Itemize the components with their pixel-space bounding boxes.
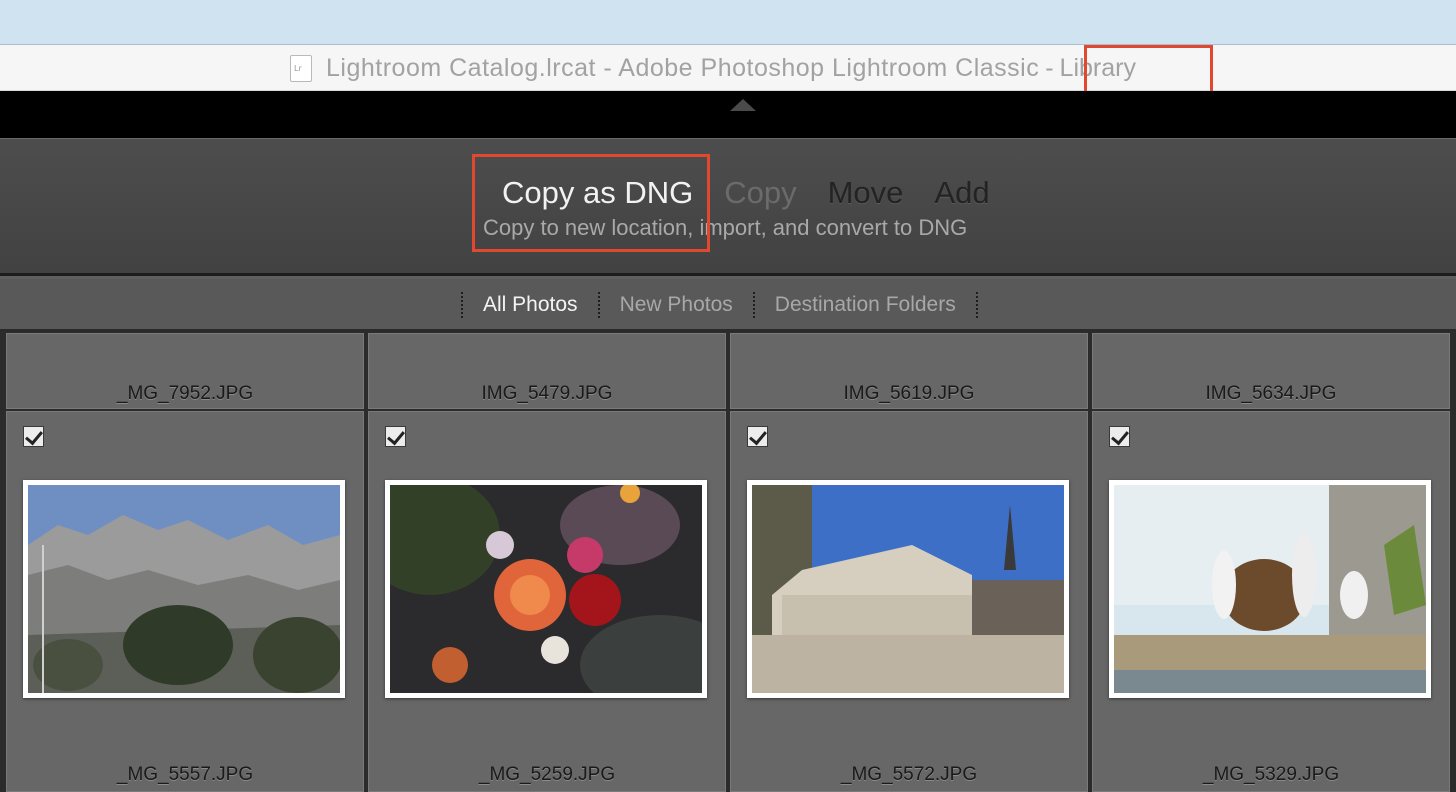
include-checkbox[interactable] bbox=[385, 426, 406, 447]
mountain-landscape-image bbox=[28, 485, 340, 693]
window-title-bar: Lightroom Catalog.lrcat - Adobe Photosho… bbox=[0, 45, 1456, 91]
filter-divider bbox=[975, 292, 978, 318]
library-highlight-box bbox=[1084, 45, 1213, 94]
mode-add[interactable]: Add bbox=[934, 175, 989, 211]
grid-cell[interactable]: _MG_5557.JPG bbox=[6, 411, 364, 792]
grid-cell[interactable]: _MG_5259.JPG bbox=[368, 411, 726, 792]
cell-filename: _MG_5329.JPG bbox=[1202, 764, 1340, 785]
copy-as-dng-highlight-box bbox=[472, 154, 710, 252]
include-checkbox[interactable] bbox=[747, 426, 768, 447]
window-title-separator: - bbox=[1045, 53, 1054, 82]
window-title: Lightroom Catalog.lrcat - Adobe Photosho… bbox=[290, 53, 1136, 83]
grid-cell[interactable]: _MG_5572.JPG bbox=[730, 411, 1088, 792]
desktop-strip bbox=[0, 0, 1456, 45]
cell-filename: IMG_5634.JPG bbox=[1205, 383, 1337, 404]
document-icon bbox=[290, 54, 312, 82]
grid-cell[interactable]: _MG_7952.JPG bbox=[6, 333, 364, 409]
grid-cell[interactable]: IMG_5479.JPG bbox=[368, 333, 726, 409]
include-checkbox[interactable] bbox=[23, 426, 44, 447]
lightroom-import-screen: Lightroom Catalog.lrcat - Adobe Photosho… bbox=[0, 0, 1456, 792]
cell-filename: _MG_5259.JPG bbox=[478, 764, 616, 785]
grid-filter-bar: All Photos New Photos Destination Folder… bbox=[0, 279, 1456, 331]
grid-cell[interactable]: _MG_5329.JPG bbox=[1092, 411, 1450, 792]
mode-move[interactable]: Move bbox=[828, 175, 904, 211]
cell-filename: IMG_5619.JPG bbox=[843, 383, 975, 404]
grid-cell[interactable]: IMG_5619.JPG bbox=[730, 333, 1088, 409]
flower-bouquet-image bbox=[390, 485, 702, 693]
cell-filename: _MG_7952.JPG bbox=[116, 383, 254, 404]
filter-destination-folders[interactable]: Destination Folders bbox=[775, 293, 956, 317]
filter-options: All Photos New Photos Destination Folder… bbox=[461, 291, 998, 319]
filter-all-photos[interactable]: All Photos bbox=[483, 293, 578, 317]
cell-filename: _MG_5572.JPG bbox=[840, 764, 978, 785]
photo-thumbnail[interactable] bbox=[385, 480, 707, 698]
building-plaza-image bbox=[752, 485, 1064, 693]
filter-divider bbox=[597, 292, 600, 318]
cell-filename: _MG_5557.JPG bbox=[116, 764, 254, 785]
include-checkbox[interactable] bbox=[1109, 426, 1130, 447]
photo-grid: _MG_7952.JPG IMG_5479.JPG IMG_5619.JPG I… bbox=[0, 331, 1456, 792]
penguins-image bbox=[1114, 485, 1426, 693]
top-panel-bar bbox=[0, 91, 1456, 138]
photo-thumbnail[interactable] bbox=[23, 480, 345, 698]
photo-thumbnail[interactable] bbox=[1109, 480, 1431, 698]
filter-divider bbox=[752, 292, 755, 318]
filter-new-photos[interactable]: New Photos bbox=[620, 293, 733, 317]
mode-copy[interactable]: Copy bbox=[724, 175, 796, 211]
import-mode-bar: Copy as DNG Copy Move Add Copy to new lo… bbox=[0, 138, 1456, 276]
photo-thumbnail[interactable] bbox=[747, 480, 1069, 698]
filter-divider bbox=[461, 292, 463, 318]
cell-filename: IMG_5479.JPG bbox=[481, 383, 613, 404]
panel-collapse-triangle-icon[interactable] bbox=[730, 99, 756, 111]
grid-cell[interactable]: IMG_5634.JPG bbox=[1092, 333, 1450, 409]
window-title-document: Lightroom Catalog.lrcat - Adobe Photosho… bbox=[326, 53, 1040, 82]
